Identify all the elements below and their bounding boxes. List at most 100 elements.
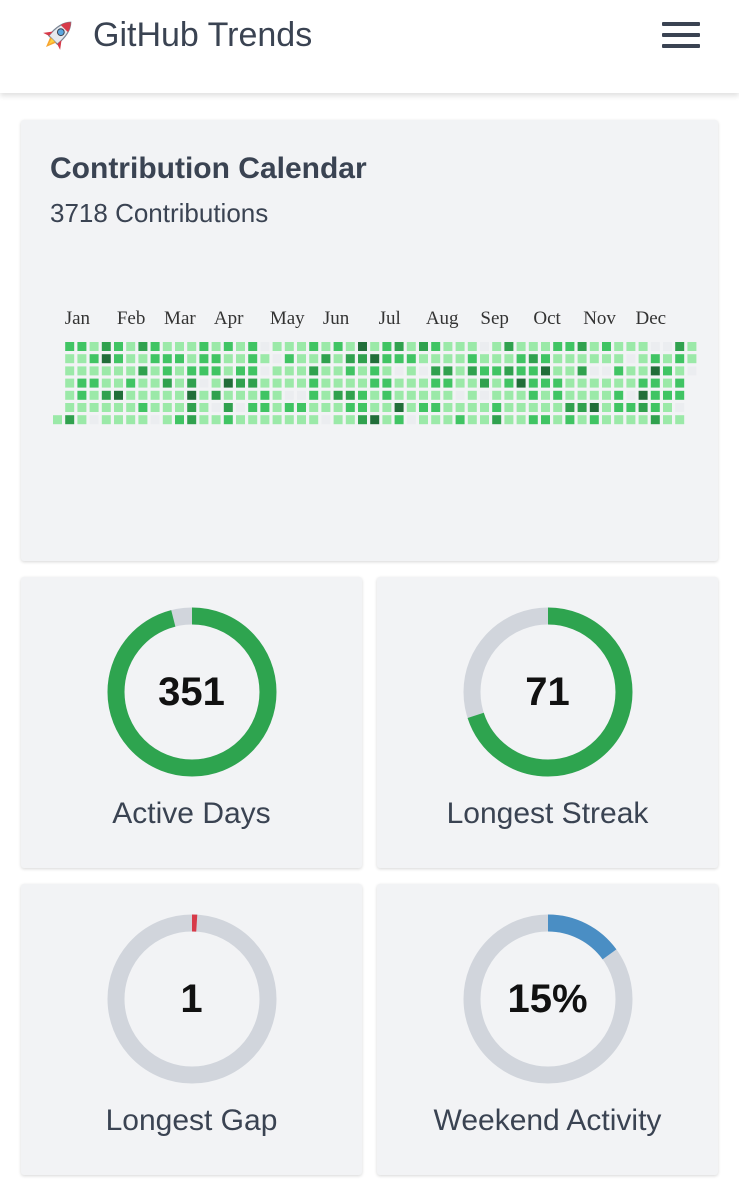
contribution-day-cell[interactable] [199,390,209,400]
contribution-day-cell[interactable] [162,354,172,364]
contribution-day-cell[interactable] [89,378,99,388]
contribution-day-cell[interactable] [467,390,477,400]
contribution-day-cell[interactable] [345,354,355,364]
contribution-day-cell[interactable] [89,342,99,351]
contribution-day-cell[interactable] [504,378,514,388]
contribution-day-cell[interactable] [370,378,380,388]
contribution-day-cell[interactable] [528,342,538,351]
contribution-day-cell[interactable] [358,415,367,425]
contribution-day-cell[interactable] [492,403,502,412]
contribution-day-cell[interactable] [358,342,367,351]
contribution-day-cell[interactable] [541,403,550,412]
contribution-day-cell[interactable] [406,354,416,364]
contribution-day-cell[interactable] [614,415,624,425]
contribution-day-cell[interactable] [77,415,87,425]
contribution-day-cell[interactable] [248,354,258,364]
contribution-day-cell[interactable] [297,390,306,400]
contribution-day-cell[interactable] [687,354,697,364]
contribution-day-cell[interactable] [638,354,648,364]
contribution-day-cell[interactable] [260,366,270,376]
contribution-day-cell[interactable] [236,403,245,412]
contribution-day-cell[interactable] [419,403,428,412]
contribution-day-cell[interactable] [492,354,502,364]
contribution-day-cell[interactable] [565,366,575,376]
contribution-day-cell[interactable] [333,378,343,388]
contribution-day-cell[interactable] [565,342,575,351]
contribution-day-cell[interactable] [211,403,221,412]
contribution-day-cell[interactable] [589,403,599,412]
contribution-day-cell[interactable] [284,390,294,400]
contribution-day-cell[interactable] [455,378,465,388]
contribution-day-cell[interactable] [199,415,209,425]
contribution-day-cell[interactable] [382,366,392,376]
contribution-day-cell[interactable] [443,366,453,376]
contribution-day-cell[interactable] [663,354,672,364]
contribution-day-cell[interactable] [138,415,148,425]
contribution-day-cell[interactable] [297,342,306,351]
contribution-day-cell[interactable] [187,354,197,364]
contribution-day-cell[interactable] [150,354,160,364]
contribution-day-cell[interactable] [333,366,343,376]
contribution-day-cell[interactable] [260,403,270,412]
contribution-day-cell[interactable] [223,366,233,376]
contribution-day-cell[interactable] [138,378,148,388]
contribution-day-cell[interactable] [626,366,636,376]
contribution-day-cell[interactable] [211,342,221,351]
contribution-day-cell[interactable] [126,366,136,376]
contribution-day-cell[interactable] [394,354,404,364]
contribution-day-cell[interactable] [614,378,624,388]
contribution-day-cell[interactable] [321,403,331,412]
contribution-day-cell[interactable] [272,366,282,376]
contribution-day-cell[interactable] [394,366,404,376]
contribution-day-cell[interactable] [89,390,99,400]
contribution-day-cell[interactable] [516,378,526,388]
contribution-day-cell[interactable] [675,415,685,425]
contribution-day-cell[interactable] [150,366,160,376]
contribution-day-cell[interactable] [211,390,221,400]
contribution-day-cell[interactable] [236,366,245,376]
contribution-day-cell[interactable] [443,403,453,412]
contribution-day-cell[interactable] [260,342,270,351]
contribution-day-cell[interactable] [272,390,282,400]
contribution-day-cell[interactable] [138,354,148,364]
contribution-day-cell[interactable] [650,415,660,425]
contribution-day-cell[interactable] [687,366,697,376]
contribution-day-cell[interactable] [175,403,184,412]
contribution-day-cell[interactable] [589,415,599,425]
contribution-day-cell[interactable] [504,366,514,376]
contribution-day-cell[interactable] [162,390,172,400]
contribution-day-cell[interactable] [77,390,87,400]
contribution-day-cell[interactable] [541,366,550,376]
contribution-day-cell[interactable] [309,354,319,364]
contribution-day-cell[interactable] [394,403,404,412]
contribution-day-cell[interactable] [553,415,563,425]
contribution-day-cell[interactable] [223,378,233,388]
contribution-day-cell[interactable] [443,342,453,351]
contribution-day-cell[interactable] [345,342,355,351]
contribution-day-cell[interactable] [638,415,648,425]
contribution-day-cell[interactable] [223,403,233,412]
contribution-day-cell[interactable] [565,415,575,425]
contribution-day-cell[interactable] [492,390,502,400]
contribution-day-cell[interactable] [565,403,575,412]
contribution-day-cell[interactable] [675,342,685,351]
contribution-day-cell[interactable] [77,403,87,412]
contribution-day-cell[interactable] [516,342,526,351]
contribution-day-cell[interactable] [663,390,672,400]
contribution-day-cell[interactable] [492,342,502,351]
contribution-day-cell[interactable] [321,390,331,400]
contribution-day-cell[interactable] [345,403,355,412]
contribution-day-cell[interactable] [150,378,160,388]
contribution-day-cell[interactable] [419,390,428,400]
contribution-day-cell[interactable] [101,366,111,376]
contribution-day-cell[interactable] [101,354,111,364]
contribution-day-cell[interactable] [248,366,258,376]
contribution-day-cell[interactable] [175,415,184,425]
contribution-day-cell[interactable] [650,354,660,364]
contribution-day-cell[interactable] [528,354,538,364]
contribution-day-cell[interactable] [638,378,648,388]
contribution-day-cell[interactable] [650,342,660,351]
contribution-day-cell[interactable] [626,390,636,400]
contribution-day-cell[interactable] [626,354,636,364]
contribution-day-cell[interactable] [272,378,282,388]
